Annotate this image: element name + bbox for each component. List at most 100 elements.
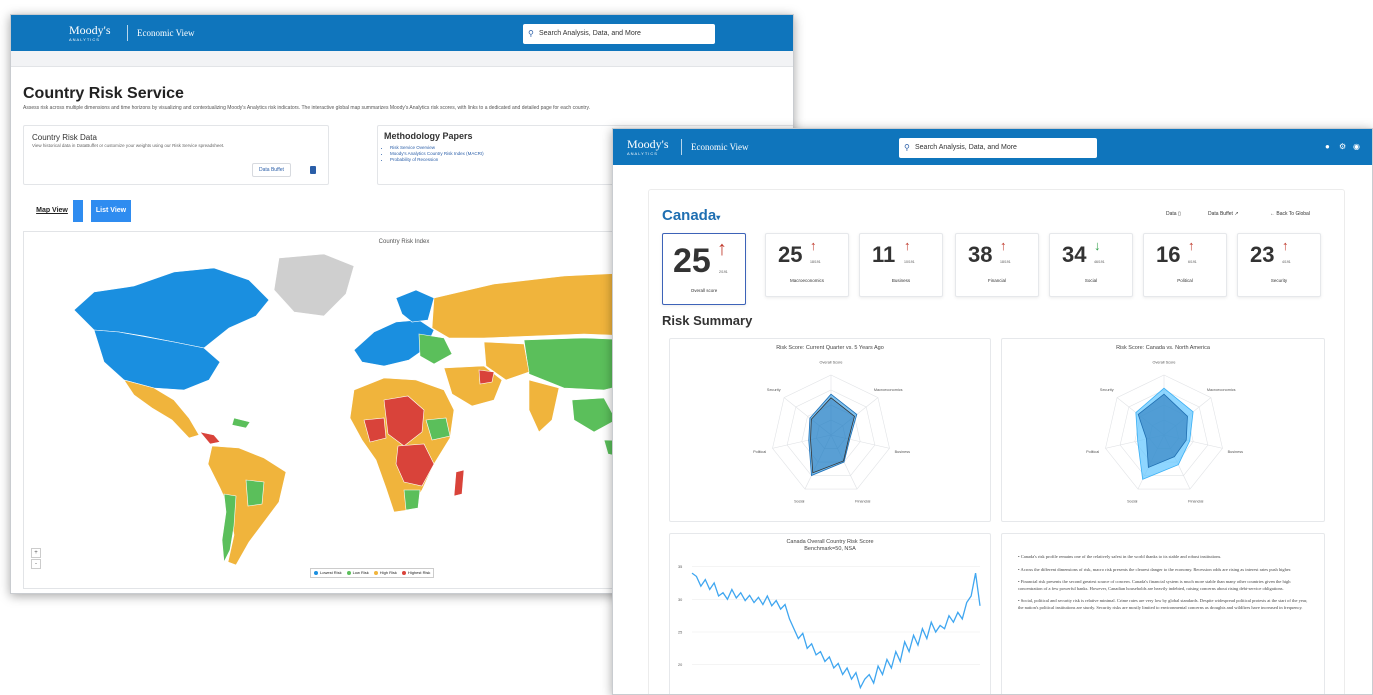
y-tick-label: 35 [678, 565, 682, 569]
moodys-logo[interactable]: Moody's ANALYTICS [69, 24, 111, 42]
brazil-south-region[interactable] [245, 479, 265, 507]
data-buffet-button[interactable]: Data Buffet [252, 163, 291, 177]
scandinavia-region[interactable] [395, 289, 435, 323]
iran-region[interactable] [478, 369, 495, 385]
score-value: 25 [778, 242, 803, 267]
data-buffet-link[interactable]: Data Buffet ↗ [1208, 211, 1239, 217]
zoom-in-button[interactable]: + [31, 548, 41, 558]
eastern-europe-region[interactable] [418, 333, 453, 365]
arrow-up-icon: ↑ [1282, 238, 1289, 253]
score-value: 11 [872, 242, 896, 267]
score-rank: 2/191 [719, 270, 728, 274]
greenland-region[interactable] [273, 253, 355, 317]
page-title: Country Risk Service [23, 85, 184, 102]
user-icon[interactable]: ◉ [1353, 142, 1360, 151]
country-risk-data-card: Country Risk Data View historical data i… [23, 125, 329, 185]
header-bar: Moody's ANALYTICS Economic View ⚲ Search… [11, 15, 793, 51]
score-card-overall-score[interactable]: 25 ↑ 2/191 Overall score [662, 233, 746, 305]
score-card-financial[interactable]: 38 ↑ 18/191 Financial [955, 233, 1039, 297]
radar-axis-label: Political [753, 450, 766, 454]
south-america-region[interactable] [207, 445, 287, 566]
radar-axis-label: Security [1100, 388, 1114, 392]
radar-axis-label: Social [1127, 499, 1137, 503]
product-name[interactable]: Economic View [137, 28, 195, 38]
legend-item-high[interactable]: High Risk [373, 569, 397, 577]
notification-icon[interactable]: ● [1325, 142, 1330, 151]
y-tick-label: 20 [678, 663, 682, 667]
score-rank: 6/191 [1188, 260, 1197, 264]
risk-score-line-chart[interactable]: 3530252015 [670, 534, 992, 695]
southeast-asia-region[interactable] [571, 397, 617, 433]
country-selector[interactable]: Canada▾ [662, 207, 720, 224]
madagascar-region[interactable] [453, 469, 465, 497]
risk-summary-heading: Risk Summary [662, 313, 753, 328]
header-bar: Moody's ANALYTICS Economic View ⚲ Search… [613, 129, 1372, 165]
score-value: 16 [1156, 242, 1181, 267]
score-value: 38 [968, 242, 993, 267]
sub-navigation-bar [11, 51, 793, 67]
legend-dot [346, 570, 351, 575]
document-icon: ▯ [1177, 211, 1181, 217]
legend-dot [314, 570, 318, 575]
radar-axis-label: Social [794, 499, 804, 503]
radar-axis-label: Overall Score [819, 360, 842, 364]
arrow-up-icon: ↑ [1000, 238, 1007, 253]
moodys-logo[interactable]: Moody's ANALYTICS [627, 138, 669, 156]
arrow-up-icon: ↑ [904, 238, 911, 253]
radar-panel-5-year: Risk Score: Current Quarter vs. 5 Years … [669, 338, 991, 522]
score-card-business[interactable]: 11 ↑ 10/191 Business [859, 233, 943, 297]
header-divider [127, 25, 128, 41]
data-download-button[interactable]: Data ▯ [1166, 211, 1181, 217]
score-card-social[interactable]: 34 ↓ 46/191 Social [1049, 233, 1133, 297]
line-chart-panel: Canada Overall Country Risk Score Benchm… [669, 533, 992, 695]
commentary-bullet: Across the different dimensions of risk,… [1018, 567, 1308, 574]
methodology-list: Risk Service Overview Moody's Analytics … [390, 145, 484, 163]
caribbean-region[interactable] [199, 431, 221, 445]
methodology-link[interactable]: Probability of Recession [390, 157, 484, 163]
caribbean-islands-region[interactable] [231, 417, 251, 429]
risk-score-series-line[interactable] [691, 572, 981, 690]
score-card-macroeconomics[interactable]: 25 ↑ 18/191 Macroeconomics [765, 233, 849, 297]
radar-axis-label: Security [767, 388, 781, 392]
settings-icon[interactable]: ⚙ [1339, 142, 1346, 151]
score-rank: 18/191 [810, 260, 821, 264]
radar-chart-north-america[interactable]: Overall Score Macroeconomics Business Finan… [1002, 339, 1326, 523]
commentary-bullet: Social, political and security risk is r… [1018, 598, 1308, 611]
back-to-global-link[interactable]: ← Back To Global [1270, 211, 1310, 217]
india-region[interactable] [528, 379, 560, 433]
score-value: 34 [1062, 242, 1087, 267]
header-divider [681, 139, 682, 155]
tab-map-view[interactable]: Map View [31, 200, 73, 222]
search-placeholder: Search Analysis, Data, and More [915, 144, 1017, 151]
arrow-up-icon: ↑ [810, 238, 817, 253]
zoom-out-button[interactable]: - [31, 559, 41, 569]
legend-dot [401, 570, 406, 575]
score-card-security[interactable]: 23 ↑ 4/191 Security [1237, 233, 1321, 297]
search-placeholder: Search Analysis, Data, and More [539, 30, 641, 37]
spreadsheet-download-icon[interactable] [310, 166, 316, 174]
legend-item-highest[interactable]: Highest Risk [401, 569, 430, 577]
score-label: Security [1270, 278, 1288, 283]
search-input[interactable]: ⚲ Search Analysis, Data, and More [523, 24, 715, 44]
radar-chart-5-year[interactable]: Overall Score Macroeconomics Business Finan… [670, 339, 992, 523]
score-rank: 18/191 [1000, 260, 1011, 264]
legend-item-lowest[interactable]: Lowest Risk [314, 569, 342, 577]
arrow-left-icon: ← [1270, 211, 1275, 217]
south-africa-region[interactable] [403, 489, 421, 511]
map-legend: Lowest Risk Low Risk High Risk Highest R… [310, 568, 435, 578]
radar-axis-label: Business [1228, 450, 1244, 454]
methodology-title: Methodology Papers [384, 131, 473, 141]
data-card-title: Country Risk Data [32, 133, 97, 142]
legend-item-low[interactable]: Low Risk [346, 569, 369, 577]
tab-list-view[interactable]: List View [91, 200, 131, 222]
radar-axis-label: Political [1086, 450, 1099, 454]
score-card-political[interactable]: 16 ↑ 6/191 Political [1143, 233, 1227, 297]
search-icon: ⚲ [528, 29, 534, 38]
search-input[interactable]: ⚲ Search Analysis, Data, and More [899, 138, 1097, 158]
tab-separator [73, 200, 83, 222]
product-name[interactable]: Economic View [691, 142, 749, 152]
risk-commentary-list: Canada's risk profile remains one of the… [1018, 554, 1308, 617]
score-rank: 10/191 [904, 260, 915, 264]
arrow-up-icon: ↑ [1188, 238, 1195, 253]
arrow-up-icon: ↑ [717, 238, 727, 260]
